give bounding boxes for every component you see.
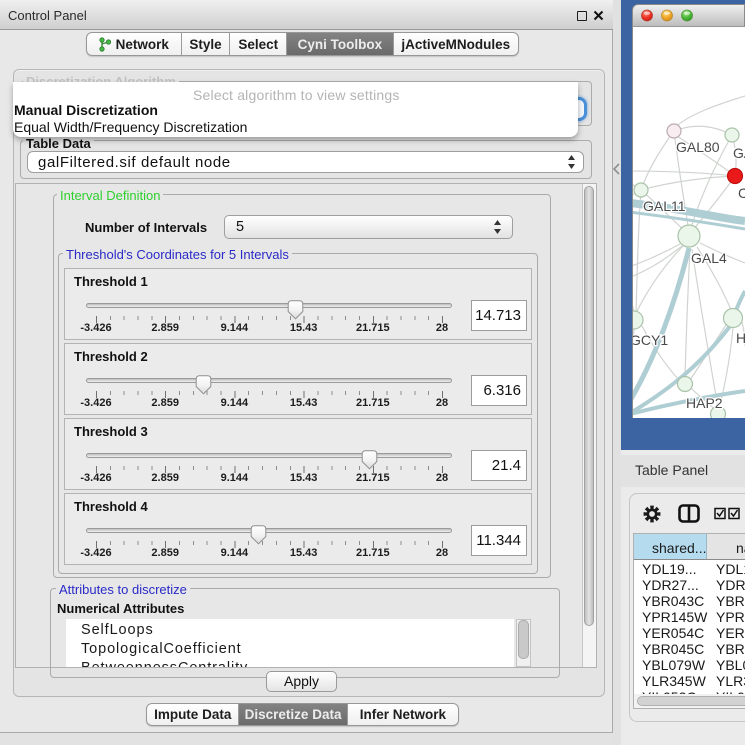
svg-text:GCY1: GCY1 [633,332,668,348]
svg-text:GAL80: GAL80 [676,139,720,155]
svg-text:C: C [738,185,745,201]
svg-text:HAP2: HAP2 [686,395,723,411]
svg-text:GAL11: GAL11 [643,198,686,214]
svg-text:H: H [736,330,745,346]
svg-text:GA: GA [733,145,745,161]
svg-text:GAL4: GAL4 [691,250,727,266]
